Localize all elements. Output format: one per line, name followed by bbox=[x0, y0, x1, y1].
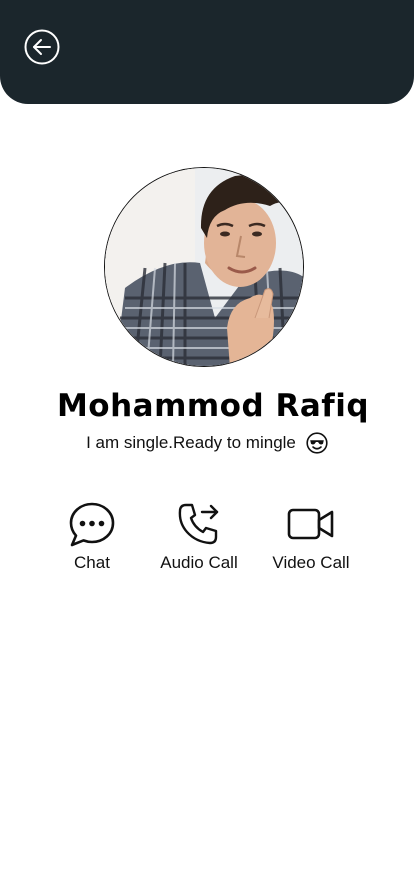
smiling-face-with-sunglasses-icon bbox=[306, 432, 328, 454]
chat-bubble-icon bbox=[69, 502, 115, 547]
back-button[interactable] bbox=[24, 29, 60, 65]
video-call-button[interactable]: Video Call bbox=[265, 500, 357, 573]
phone-outgoing-icon bbox=[178, 503, 219, 545]
status-line: I am single.Ready to mingle bbox=[0, 432, 414, 454]
arrow-left-circle-icon bbox=[24, 29, 60, 65]
chat-label: Chat bbox=[74, 553, 110, 572]
contact-actions: Chat Audio Call Video Call bbox=[0, 500, 414, 580]
profile-avatar bbox=[104, 167, 304, 367]
contact-name: Mohammod Rafiq bbox=[56, 388, 370, 424]
audio-call-label: Audio Call bbox=[160, 553, 238, 572]
video-call-label: Video Call bbox=[272, 553, 350, 572]
audio-call-button[interactable]: Audio Call bbox=[148, 500, 250, 573]
top-app-bar bbox=[0, 0, 414, 104]
chat-button[interactable]: Chat bbox=[62, 500, 122, 573]
status-text: I am single.Ready to mingle bbox=[86, 433, 296, 452]
contact-profile-screen: Mohammod Rafiq I am single.Ready to ming… bbox=[0, 0, 414, 896]
video-camera-icon bbox=[287, 508, 334, 540]
